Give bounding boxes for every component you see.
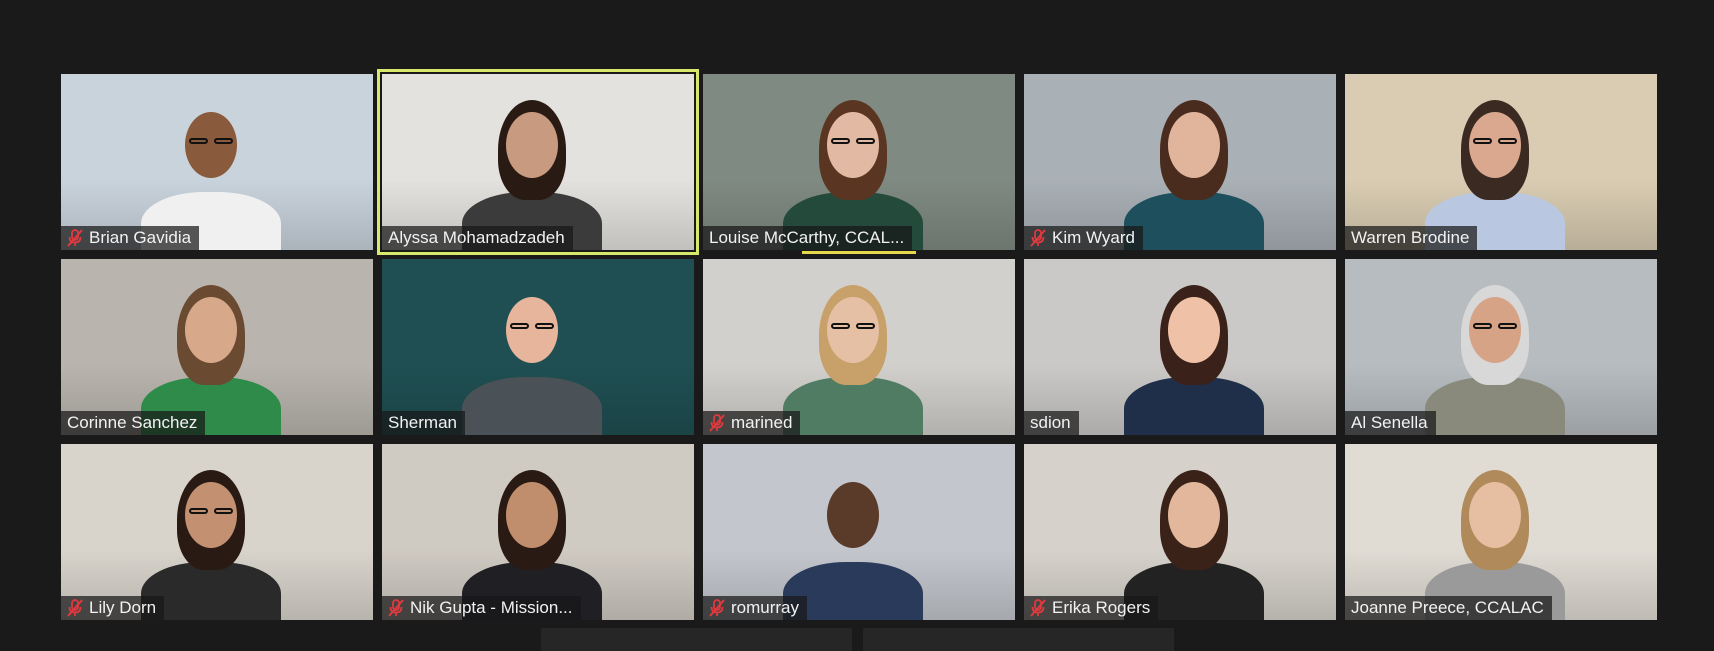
bottom-toolbar-segment-left[interactable] bbox=[541, 628, 852, 651]
participant-video-figure bbox=[1345, 259, 1657, 435]
participant-tile[interactable]: Louise McCarthy, CCAL... bbox=[703, 74, 1015, 250]
participant-nameplate: Warren Brodine bbox=[1345, 226, 1478, 250]
muted-microphone-icon bbox=[709, 599, 725, 617]
participant-tile[interactable]: Joanne Preece, CCALAC bbox=[1345, 444, 1657, 620]
participant-nameplate: marined bbox=[703, 411, 801, 435]
participant-tile[interactable]: sdion bbox=[1024, 259, 1336, 435]
participant-nameplate: Al Senella bbox=[1345, 411, 1436, 435]
participant-tile[interactable]: Sherman bbox=[382, 259, 694, 435]
participant-video-figure bbox=[382, 74, 694, 250]
participant-nameplate: Louise McCarthy, CCAL... bbox=[703, 226, 913, 250]
participant-nameplate: Corinne Sanchez bbox=[61, 411, 206, 435]
participant-tile[interactable]: Brian Gavidia bbox=[61, 74, 373, 250]
participant-video-figure bbox=[1345, 444, 1657, 620]
participant-name: Corinne Sanchez bbox=[67, 413, 198, 432]
participant-name: Nik Gupta - Mission... bbox=[410, 598, 573, 617]
participant-nameplate: Erika Rogers bbox=[1024, 596, 1159, 620]
participant-tile[interactable]: Al Senella bbox=[1345, 259, 1657, 435]
participant-name: Al Senella bbox=[1351, 413, 1428, 432]
participant-nameplate: Lily Dorn bbox=[61, 596, 165, 620]
participant-nameplate: Alyssa Mohamadzadeh bbox=[382, 226, 573, 250]
muted-microphone-icon bbox=[709, 414, 725, 432]
muted-microphone-icon bbox=[1030, 229, 1046, 247]
participant-video-figure bbox=[382, 444, 694, 620]
participant-name: Brian Gavidia bbox=[89, 228, 192, 247]
participant-name: marined bbox=[731, 413, 793, 432]
participant-name: Warren Brodine bbox=[1351, 228, 1470, 247]
participant-tile[interactable]: Lily Dorn bbox=[61, 444, 373, 620]
participant-name: Louise McCarthy, CCAL... bbox=[709, 228, 905, 247]
participant-nameplate: sdion bbox=[1024, 411, 1079, 435]
video-gallery: Brian Gavidia Alyssa Mohamadzadeh Louise M… bbox=[61, 69, 1657, 620]
participant-name: Sherman bbox=[388, 413, 457, 432]
participant-video-figure bbox=[61, 444, 373, 620]
participant-name: Alyssa Mohamadzadeh bbox=[388, 228, 565, 247]
participant-video-figure bbox=[703, 74, 1015, 250]
muted-microphone-icon bbox=[388, 599, 404, 617]
participant-tile[interactable]: romurray bbox=[703, 444, 1015, 620]
participant-video-figure bbox=[703, 444, 1015, 620]
meeting-window: Brian Gavidia Alyssa Mohamadzadeh Louise M… bbox=[0, 0, 1714, 651]
muted-microphone-icon bbox=[1030, 599, 1046, 617]
participant-video-figure bbox=[1024, 74, 1336, 250]
participant-video-figure bbox=[61, 259, 373, 435]
participant-nameplate: Joanne Preece, CCALAC bbox=[1345, 596, 1552, 620]
participant-video-figure bbox=[703, 259, 1015, 435]
participant-nameplate: romurray bbox=[703, 596, 808, 620]
participant-tile[interactable]: Alyssa Mohamadzadeh bbox=[377, 69, 699, 255]
participant-name: Kim Wyard bbox=[1052, 228, 1135, 247]
participant-name: Lily Dorn bbox=[89, 598, 157, 617]
participant-video-figure bbox=[1024, 259, 1336, 435]
participant-nameplate: Nik Gupta - Mission... bbox=[382, 596, 581, 620]
participant-nameplate: Kim Wyard bbox=[1024, 226, 1143, 250]
participant-name: romurray bbox=[731, 598, 800, 617]
participant-video-figure bbox=[61, 74, 373, 250]
participant-tile[interactable]: Kim Wyard bbox=[1024, 74, 1336, 250]
bottom-toolbar-segment-right[interactable] bbox=[863, 628, 1174, 651]
participant-tile[interactable]: Nik Gupta - Mission... bbox=[382, 444, 694, 620]
participant-nameplate: Sherman bbox=[382, 411, 465, 435]
participant-video-figure bbox=[1345, 74, 1657, 250]
participant-tile[interactable]: marined bbox=[703, 259, 1015, 435]
participant-nameplate: Brian Gavidia bbox=[61, 226, 200, 250]
participant-video-figure bbox=[382, 259, 694, 435]
muted-microphone-icon bbox=[67, 229, 83, 247]
participant-tile[interactable]: Erika Rogers bbox=[1024, 444, 1336, 620]
participant-video-figure bbox=[1024, 444, 1336, 620]
muted-microphone-icon bbox=[67, 599, 83, 617]
participant-tile[interactable]: Warren Brodine bbox=[1345, 74, 1657, 250]
participant-tile[interactable]: Corinne Sanchez bbox=[61, 259, 373, 435]
participant-name: Joanne Preece, CCALAC bbox=[1351, 598, 1544, 617]
participant-name: sdion bbox=[1030, 413, 1071, 432]
participant-name: Erika Rogers bbox=[1052, 598, 1151, 617]
speaking-indicator bbox=[802, 251, 916, 254]
